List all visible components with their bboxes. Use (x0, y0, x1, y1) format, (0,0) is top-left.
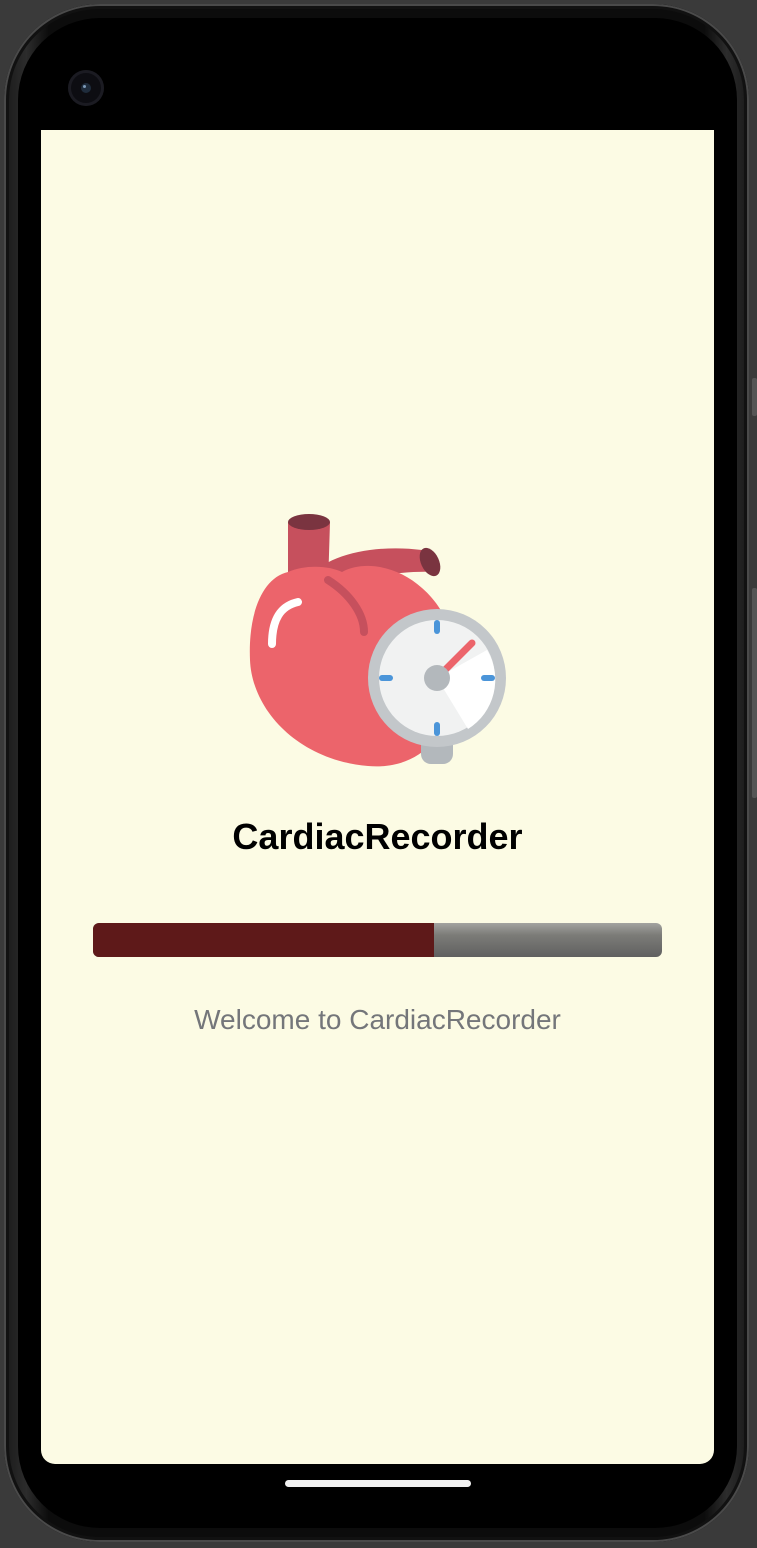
loading-progress-fill (93, 923, 435, 957)
front-camera-icon (68, 70, 104, 106)
heart-with-pressure-gauge-icon (249, 514, 506, 767)
phone-device-frame: CardiacRecorder Welcome to CardiacRecord… (0, 0, 757, 1548)
splash-screen: CardiacRecorder Welcome to CardiacRecord… (41, 130, 714, 1464)
volume-button (752, 378, 757, 416)
app-title: CardiacRecorder (232, 816, 523, 857)
welcome-message: Welcome to CardiacRecorder (194, 1004, 561, 1035)
loading-progress-bar (93, 923, 662, 957)
home-gesture-bar[interactable] (285, 1480, 471, 1487)
power-button (752, 588, 757, 798)
